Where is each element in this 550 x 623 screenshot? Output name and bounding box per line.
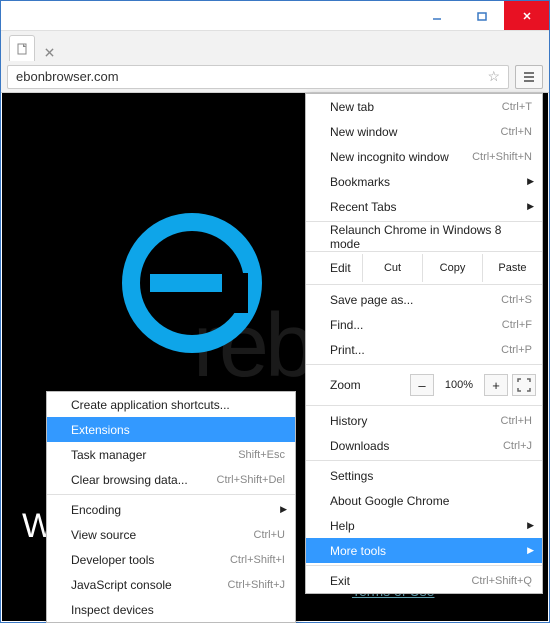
menu-recent-tabs[interactable]: Recent Tabs▶ bbox=[306, 194, 542, 219]
menu-edit-label: Edit bbox=[306, 254, 362, 282]
menu-separator bbox=[306, 251, 542, 252]
hamburger-icon bbox=[522, 70, 536, 84]
zoom-in-button[interactable]: + bbox=[484, 374, 508, 396]
window-minimize-button[interactable] bbox=[414, 1, 459, 30]
page-icon bbox=[16, 43, 28, 55]
zoom-out-button[interactable]: – bbox=[410, 374, 434, 396]
menu-new-window[interactable]: New windowCtrl+N bbox=[306, 119, 542, 144]
submenu-extensions[interactable]: Extensions bbox=[47, 417, 295, 442]
menu-help[interactable]: Help▶ bbox=[306, 513, 542, 538]
menu-history[interactable]: HistoryCtrl+H bbox=[306, 408, 542, 433]
menu-settings[interactable]: Settings bbox=[306, 463, 542, 488]
chevron-right-icon: ▶ bbox=[527, 176, 534, 187]
submenu-task-manager[interactable]: Task managerShift+Esc bbox=[47, 442, 295, 467]
new-tab-button[interactable] bbox=[39, 43, 59, 61]
close-icon bbox=[45, 48, 54, 57]
menu-exit[interactable]: ExitCtrl+Shift+Q bbox=[306, 568, 542, 593]
url-input[interactable]: ebonbrowser.com ☆ bbox=[7, 65, 509, 89]
tab-strip bbox=[1, 31, 549, 61]
fullscreen-button[interactable] bbox=[512, 374, 536, 396]
submenu-encoding[interactable]: Encoding▶ bbox=[47, 497, 295, 522]
url-text: ebonbrowser.com bbox=[16, 69, 119, 84]
window-close-button[interactable] bbox=[504, 1, 549, 30]
chevron-right-icon: ▶ bbox=[527, 545, 534, 556]
chrome-menu-button[interactable] bbox=[515, 65, 543, 89]
submenu-js-console[interactable]: JavaScript consoleCtrl+Shift+J bbox=[47, 572, 295, 597]
menu-separator bbox=[47, 494, 295, 495]
menu-find[interactable]: Find...Ctrl+F bbox=[306, 312, 542, 337]
window-titlebar bbox=[1, 1, 549, 31]
submenu-view-source[interactable]: View sourceCtrl+U bbox=[47, 522, 295, 547]
chevron-right-icon: ▶ bbox=[527, 201, 534, 212]
menu-zoom-label: Zoom bbox=[306, 367, 376, 403]
menu-bookmarks[interactable]: Bookmarks▶ bbox=[306, 169, 542, 194]
logo-e-icon bbox=[122, 213, 262, 353]
submenu-create-shortcuts[interactable]: Create application shortcuts... bbox=[47, 392, 295, 417]
menu-cut-button[interactable]: Cut bbox=[362, 254, 422, 282]
address-bar: ebonbrowser.com ☆ bbox=[1, 61, 549, 93]
submenu-clear-data[interactable]: Clear browsing data...Ctrl+Shift+Del bbox=[47, 467, 295, 492]
chevron-right-icon: ▶ bbox=[280, 504, 287, 515]
browser-tab[interactable] bbox=[9, 35, 35, 61]
menu-relaunch[interactable]: Relaunch Chrome in Windows 8 mode bbox=[306, 224, 542, 249]
menu-incognito[interactable]: New incognito windowCtrl+Shift+N bbox=[306, 144, 542, 169]
menu-separator bbox=[306, 565, 542, 566]
menu-separator bbox=[306, 364, 542, 365]
menu-save-as[interactable]: Save page as...Ctrl+S bbox=[306, 287, 542, 312]
menu-separator bbox=[306, 405, 542, 406]
menu-edit-row: Edit Cut Copy Paste bbox=[306, 254, 542, 282]
fullscreen-icon bbox=[517, 378, 531, 392]
submenu-inspect[interactable]: Inspect devices bbox=[47, 597, 295, 622]
menu-print[interactable]: Print...Ctrl+P bbox=[306, 337, 542, 362]
menu-about[interactable]: About Google Chrome bbox=[306, 488, 542, 513]
chrome-menu: New tabCtrl+T New windowCtrl+N New incog… bbox=[305, 93, 543, 594]
menu-more-tools[interactable]: More tools▶ bbox=[306, 538, 542, 563]
menu-copy-button[interactable]: Copy bbox=[422, 254, 482, 282]
menu-zoom-row: Zoom – 100% + bbox=[306, 367, 542, 403]
menu-separator bbox=[306, 284, 542, 285]
menu-downloads[interactable]: DownloadsCtrl+J bbox=[306, 433, 542, 458]
chevron-right-icon: ▶ bbox=[527, 520, 534, 531]
zoom-value: 100% bbox=[438, 379, 480, 391]
window-maximize-button[interactable] bbox=[459, 1, 504, 30]
menu-new-tab[interactable]: New tabCtrl+T bbox=[306, 94, 542, 119]
submenu-dev-tools[interactable]: Developer toolsCtrl+Shift+I bbox=[47, 547, 295, 572]
menu-paste-button[interactable]: Paste bbox=[482, 254, 542, 282]
ebon-logo bbox=[122, 213, 262, 353]
more-tools-submenu: Create application shortcuts... Extensio… bbox=[46, 391, 296, 623]
browser-window: ebonbrowser.com ☆ rebo WSER Terms of Use… bbox=[0, 0, 550, 623]
menu-separator bbox=[306, 460, 542, 461]
bookmark-star-icon[interactable]: ☆ bbox=[487, 68, 500, 85]
